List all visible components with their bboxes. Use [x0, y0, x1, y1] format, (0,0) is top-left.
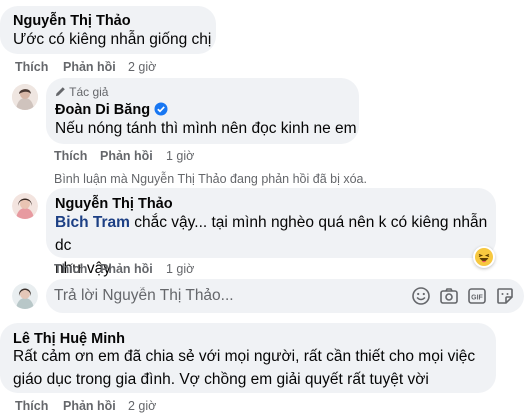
comment-time[interactable]: 1 giờ	[166, 149, 194, 163]
comment-actions: Thích Phản hồi 1 giờ	[0, 149, 250, 165]
comment-actions: Thích Phản hồi 2 giờ	[0, 399, 200, 415]
comment-actions: Thích Phản hồi 1 giờ	[0, 262, 250, 278]
gif-icon[interactable]: GIF	[467, 286, 487, 306]
avatar[interactable]	[12, 84, 38, 110]
comment-actions: Thích Phản hồi 2 giờ	[0, 60, 200, 76]
deleted-comment-notice: Bình luận mà Nguyễn Thị Thảo đang phản h…	[54, 172, 367, 186]
comment-text: Nếu nóng tánh thì mình nên đọc kinh ne e…	[55, 120, 357, 137]
comment-time[interactable]: 1 giờ	[166, 262, 194, 276]
comment-time[interactable]: 2 giờ	[128, 60, 156, 74]
current-user-avatar[interactable]	[12, 283, 38, 309]
reply-button[interactable]: Phản hồi	[63, 60, 116, 74]
reply-input[interactable]	[54, 286, 394, 306]
comment-author[interactable]: Nguyễn Thị Thảo	[55, 196, 173, 212]
avatar[interactable]	[12, 193, 38, 219]
sticker-icon[interactable]	[495, 286, 515, 306]
verified-badge-icon	[154, 102, 168, 116]
comment-author[interactable]: Nguyễn Thị Thảo	[13, 13, 131, 29]
pencil-icon	[55, 87, 65, 97]
comment-text: Rất cảm ơn em đã chia sẻ với mọi người, …	[13, 348, 476, 388]
comment-author[interactable]: Đoàn Di Băng	[55, 102, 168, 118]
reply-button[interactable]: Phản hồi	[100, 262, 153, 276]
reply-button[interactable]: Phản hồi	[100, 149, 153, 163]
camera-icon[interactable]	[439, 286, 459, 306]
like-button[interactable]: Thích	[54, 149, 87, 163]
like-button[interactable]: Thích	[15, 399, 48, 413]
reply-button[interactable]: Phản hồi	[63, 399, 116, 413]
like-button[interactable]: Thích	[54, 262, 87, 276]
comment-time[interactable]: 2 giờ	[128, 399, 156, 413]
mention-link[interactable]: Bich Tram	[55, 214, 130, 231]
like-button[interactable]: Thích	[15, 60, 48, 74]
emoji-icon[interactable]	[411, 286, 431, 306]
haha-reaction-icon[interactable]	[473, 246, 495, 268]
comment-text: Ước có kiêng nhẫn giống chị	[13, 31, 212, 48]
author-badge: Tác giả	[55, 85, 108, 99]
svg-text:GIF: GIF	[471, 294, 483, 301]
